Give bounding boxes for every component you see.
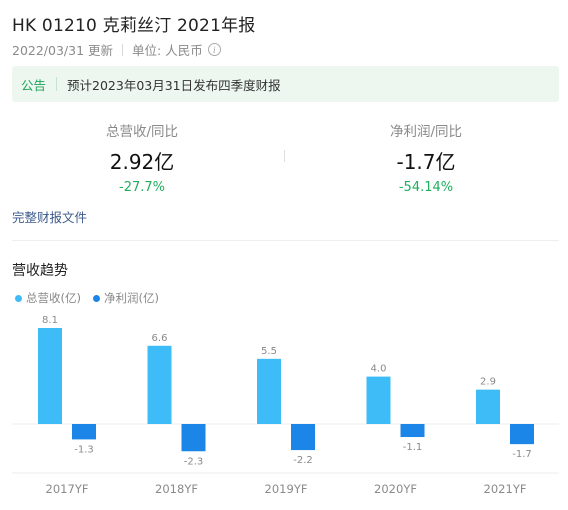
revenue-bar[interactable] bbox=[147, 345, 172, 424]
revenue-kpi-label: 总营收/同比 bbox=[105, 124, 179, 140]
revenue-data-label: 5.5 bbox=[261, 346, 277, 357]
meta-row: 2022/03/31 更新 单位: 人民币 i bbox=[12, 40, 221, 59]
x-tick-label: 2020YF bbox=[374, 482, 417, 496]
profit-kpi-change: -54.14% bbox=[398, 180, 454, 195]
profit-data-label: -2.3 bbox=[184, 456, 204, 467]
profit-kpi-value: -1.7亿 bbox=[396, 150, 456, 174]
announcement-text: 预计2023年03月31日发布四季度财报 bbox=[67, 77, 281, 93]
revenue-data-label: 6.6 bbox=[152, 333, 168, 344]
x-tick-label: 2021YF bbox=[484, 482, 527, 496]
profit-bar[interactable] bbox=[72, 424, 96, 440]
currency-unit: 单位: 人民币 bbox=[132, 43, 203, 58]
revenue-data-label: 2.9 bbox=[480, 377, 496, 388]
profit-data-label: -2.2 bbox=[293, 455, 313, 466]
section-title: 营收趋势 bbox=[12, 263, 68, 279]
profit-kpi-label: 净利润/同比 bbox=[389, 124, 463, 140]
profit-data-label: -1.7 bbox=[512, 449, 532, 460]
section-divider bbox=[12, 240, 559, 241]
revenue-data-label: 4.0 bbox=[371, 364, 387, 375]
meta-divider bbox=[122, 43, 124, 56]
profit-data-label: -1.3 bbox=[74, 444, 94, 455]
revenue-bar[interactable] bbox=[38, 328, 62, 424]
profit-bar[interactable] bbox=[181, 424, 206, 452]
info-icon[interactable]: i bbox=[207, 43, 221, 56]
profit-bar[interactable] bbox=[400, 424, 425, 438]
profit-kpi: 净利润/同比 -1.7亿 -54.14% bbox=[284, 120, 568, 195]
revenue-bar[interactable] bbox=[476, 389, 500, 424]
report-title: HK 01210 克莉丝汀 2021年报 bbox=[12, 16, 256, 36]
revenue-kpi: 总营收/同比 2.92亿 -27.7% bbox=[0, 120, 284, 195]
x-tick-label: 2017YF bbox=[46, 482, 89, 496]
revenue-bar[interactable] bbox=[366, 376, 391, 424]
revenue-bar[interactable] bbox=[257, 358, 281, 424]
revenue-data-label: 8.1 bbox=[42, 315, 58, 326]
announcement-divider bbox=[56, 77, 58, 91]
revenue-kpi-change: -27.7% bbox=[119, 180, 165, 195]
profit-bar[interactable] bbox=[510, 424, 534, 445]
revenue-kpi-value: 2.92亿 bbox=[109, 150, 175, 174]
full-report-link[interactable]: 完整财报文件 bbox=[12, 207, 87, 226]
x-tick-label: 2018YF bbox=[155, 482, 198, 496]
revenue-trend-chart: 8.1 -1.3 2017YF 6.6 -2.3 2018YF 5.5 -2.2 2019YF 4… bbox=[12, 315, 559, 496]
profit-data-label: -1.1 bbox=[403, 442, 423, 453]
announcement-banner[interactable]: 公告 预计2023年03月31日发布四季度财报 bbox=[12, 66, 559, 102]
x-tick-label: 2019YF bbox=[265, 482, 308, 496]
update-date: 2022/03/31 更新 bbox=[12, 43, 114, 58]
profit-bar[interactable] bbox=[291, 424, 315, 451]
announcement-tag: 公告 bbox=[21, 77, 47, 93]
